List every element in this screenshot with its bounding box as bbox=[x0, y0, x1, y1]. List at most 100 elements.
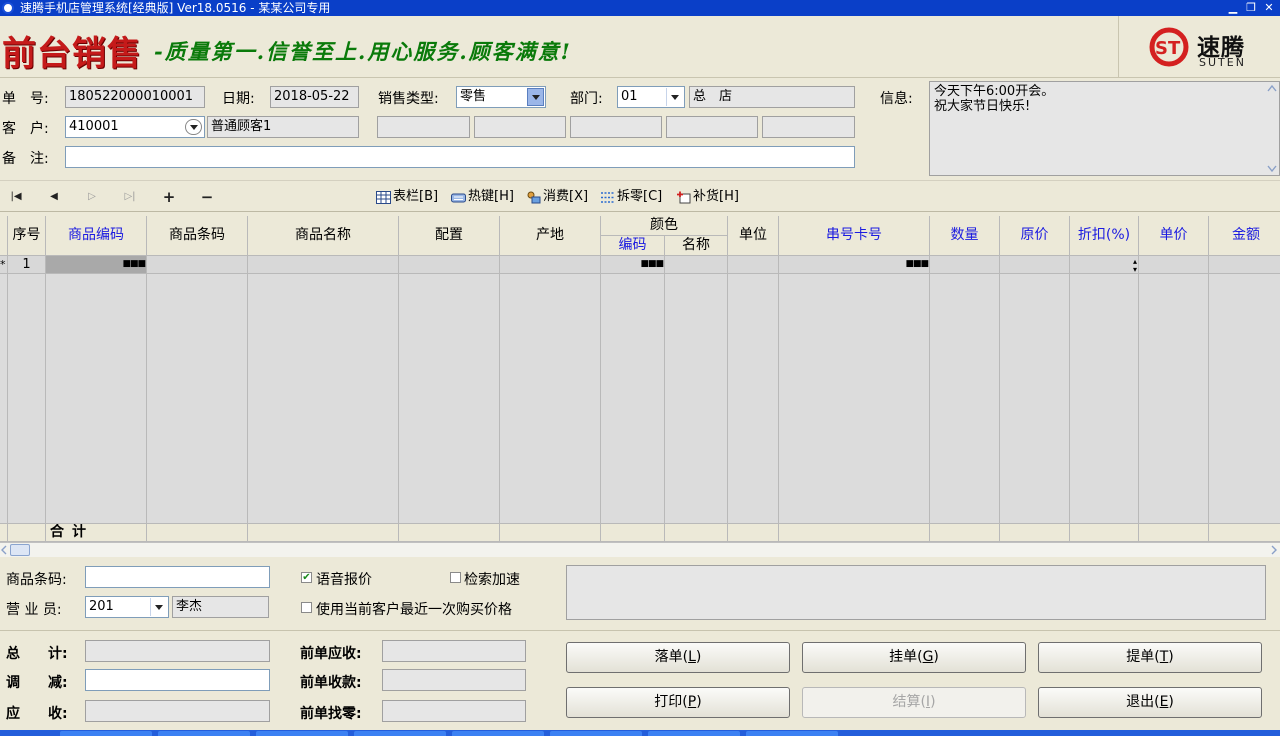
column-header[interactable]: 原价 bbox=[1000, 216, 1070, 256]
grid-cell[interactable] bbox=[930, 256, 1000, 274]
column-header[interactable]: 配置 bbox=[399, 216, 500, 256]
last-record-button[interactable]: ▷| bbox=[122, 189, 138, 205]
scroll-right-icon[interactable] bbox=[1270, 544, 1278, 556]
toolbar: |◀ ◀ ▷ ▷| + − 表栏[B] 热键[H] 消费[X] 拆零[C] 补货… bbox=[0, 180, 1280, 212]
taskbar-button[interactable] bbox=[746, 731, 838, 736]
exit-button[interactable]: 退出(E) bbox=[1038, 687, 1262, 718]
consume-button[interactable]: 消费[X] bbox=[526, 187, 588, 207]
row-indicator: * bbox=[0, 256, 8, 274]
chevron-down-icon[interactable] bbox=[185, 119, 202, 135]
column-header[interactable]: 商品编码 bbox=[46, 216, 147, 256]
grid-cell[interactable] bbox=[1209, 256, 1280, 274]
next-record-button[interactable]: ▷ bbox=[84, 189, 100, 205]
taskbar-button[interactable] bbox=[550, 731, 642, 736]
column-header[interactable]: 序号 bbox=[8, 216, 46, 256]
customer-code-select[interactable]: 410001 bbox=[65, 116, 205, 138]
remark-field[interactable] bbox=[65, 146, 855, 168]
chevron-down-icon[interactable] bbox=[150, 598, 167, 616]
spinner-icon[interactable]: ▴ ▾ bbox=[1133, 258, 1137, 274]
barcode-input[interactable] bbox=[85, 566, 270, 588]
first-record-button[interactable]: |◀ bbox=[8, 189, 24, 205]
print-button[interactable]: 打印(P) bbox=[566, 687, 790, 718]
column-header[interactable]: 单价 bbox=[1139, 216, 1209, 256]
logo-text-en: SUTEN bbox=[1199, 56, 1246, 69]
taskbar-button[interactable] bbox=[452, 731, 544, 736]
grid-cell[interactable] bbox=[1139, 256, 1209, 274]
column-header[interactable]: 编码 bbox=[601, 236, 665, 256]
grid-cell[interactable] bbox=[1000, 256, 1070, 274]
adjust-input[interactable] bbox=[85, 669, 270, 691]
sale-type-select[interactable]: 零售 bbox=[456, 86, 546, 108]
table-columns-button[interactable]: 表栏[B] bbox=[376, 187, 438, 207]
add-row-button[interactable]: + bbox=[161, 189, 177, 205]
scroll-left-icon[interactable] bbox=[0, 544, 8, 556]
grid-cell[interactable] bbox=[500, 256, 601, 274]
ellipsis-icon[interactable]: ■■■ bbox=[640, 260, 663, 269]
grid-cell[interactable] bbox=[399, 256, 500, 274]
settle-button[interactable]: 结算(I) bbox=[802, 687, 1026, 718]
split-button[interactable]: 拆零[C] bbox=[600, 187, 662, 207]
ellipsis-icon[interactable]: ■■■ bbox=[905, 260, 928, 269]
color-code-cell[interactable]: ■■■ bbox=[601, 256, 665, 274]
footer-cell bbox=[248, 524, 399, 542]
footer-total-label: 合计 bbox=[46, 524, 147, 542]
column-header[interactable]: 数量 bbox=[930, 216, 1000, 256]
horizontal-scrollbar[interactable] bbox=[0, 542, 1280, 557]
column-header[interactable]: 单位 bbox=[728, 216, 779, 256]
column-header[interactable]: 折扣(%) bbox=[1070, 216, 1139, 256]
fetch-order-button[interactable]: 提单(T) bbox=[1038, 642, 1262, 673]
app-icon[interactable] bbox=[2, 2, 14, 14]
customer-name-field: 普通顾客1 bbox=[207, 116, 359, 138]
close-button[interactable]: ✕ bbox=[1262, 1, 1276, 15]
chevron-down-icon[interactable] bbox=[527, 88, 544, 106]
prev-record-button[interactable]: ◀ bbox=[46, 189, 62, 205]
grid-cell[interactable] bbox=[665, 256, 728, 274]
column-header[interactable]: 商品名称 bbox=[248, 216, 399, 256]
last-price-checkbox[interactable]: ✔ bbox=[301, 602, 312, 613]
serial-cell[interactable]: ■■■ bbox=[779, 256, 930, 274]
prev-received-label: 前单收款: bbox=[300, 675, 362, 691]
salesperson-name: 李杰 bbox=[172, 596, 269, 618]
grid-cell[interactable] bbox=[728, 256, 779, 274]
title-bar: 速腾手机店管理系统[经典版] Ver18.0516 - 某某公司专用 ▁ ❐ ✕ bbox=[0, 0, 1280, 16]
restore-button[interactable]: ❐ bbox=[1244, 1, 1258, 15]
column-header[interactable]: 商品条码 bbox=[147, 216, 248, 256]
dept-code-select[interactable]: 01 bbox=[617, 86, 685, 108]
taskbar-button[interactable] bbox=[256, 731, 348, 736]
taskbar-button[interactable] bbox=[648, 731, 740, 736]
column-header[interactable]: 串号卡号 bbox=[779, 216, 930, 256]
footer-cell bbox=[665, 524, 728, 542]
grid-column-body bbox=[728, 274, 779, 524]
ellipsis-icon[interactable]: ■■■ bbox=[122, 260, 145, 269]
divider bbox=[0, 630, 1280, 631]
hold-order-button[interactable]: 挂单(G) bbox=[802, 642, 1026, 673]
total-field bbox=[85, 640, 270, 662]
order-no-field[interactable]: 180522000010001 bbox=[65, 86, 205, 108]
column-header[interactable]: 产地 bbox=[500, 216, 601, 256]
column-header[interactable]: 金额 bbox=[1209, 216, 1280, 256]
minimize-button[interactable]: ▁ bbox=[1226, 1, 1240, 15]
chevron-down-icon[interactable] bbox=[666, 88, 683, 106]
info-scrollbar[interactable] bbox=[1265, 82, 1279, 175]
hotkey-button[interactable]: 热键[H] bbox=[451, 187, 514, 207]
restock-button[interactable]: 补货[H] bbox=[676, 187, 739, 207]
grid-cell[interactable] bbox=[248, 256, 399, 274]
scroll-thumb[interactable] bbox=[10, 544, 30, 556]
restock-label: 补货[H] bbox=[693, 189, 739, 204]
search-speedup-checkbox[interactable]: ✔ bbox=[450, 572, 461, 583]
save-order-button[interactable]: 落单(L) bbox=[566, 642, 790, 673]
delete-row-button[interactable]: − bbox=[199, 189, 215, 205]
dept-code-value: 01 bbox=[621, 89, 638, 104]
voice-quote-checkbox[interactable]: ✔ bbox=[301, 572, 312, 583]
taskbar-button[interactable] bbox=[60, 731, 152, 736]
column-header[interactable]: 名称 bbox=[665, 236, 728, 256]
product-code-cell[interactable]: ■■■ bbox=[46, 256, 147, 274]
info-message-box[interactable]: 今天下午6:00开会。 祝大家节日快乐! bbox=[929, 81, 1280, 176]
salesperson-select[interactable]: 201 bbox=[85, 596, 169, 618]
date-field[interactable]: 2018-05-22 bbox=[270, 86, 359, 108]
sales-grid[interactable]: 序号 商品编码 商品条码 商品名称 配置 产地 颜色 编码 名称 单位 串号卡号… bbox=[0, 216, 1280, 542]
grid-cell[interactable] bbox=[147, 256, 248, 274]
taskbar-button[interactable] bbox=[354, 731, 446, 736]
discount-cell[interactable]: ▴ ▾ bbox=[1070, 256, 1139, 274]
taskbar-button[interactable] bbox=[158, 731, 250, 736]
